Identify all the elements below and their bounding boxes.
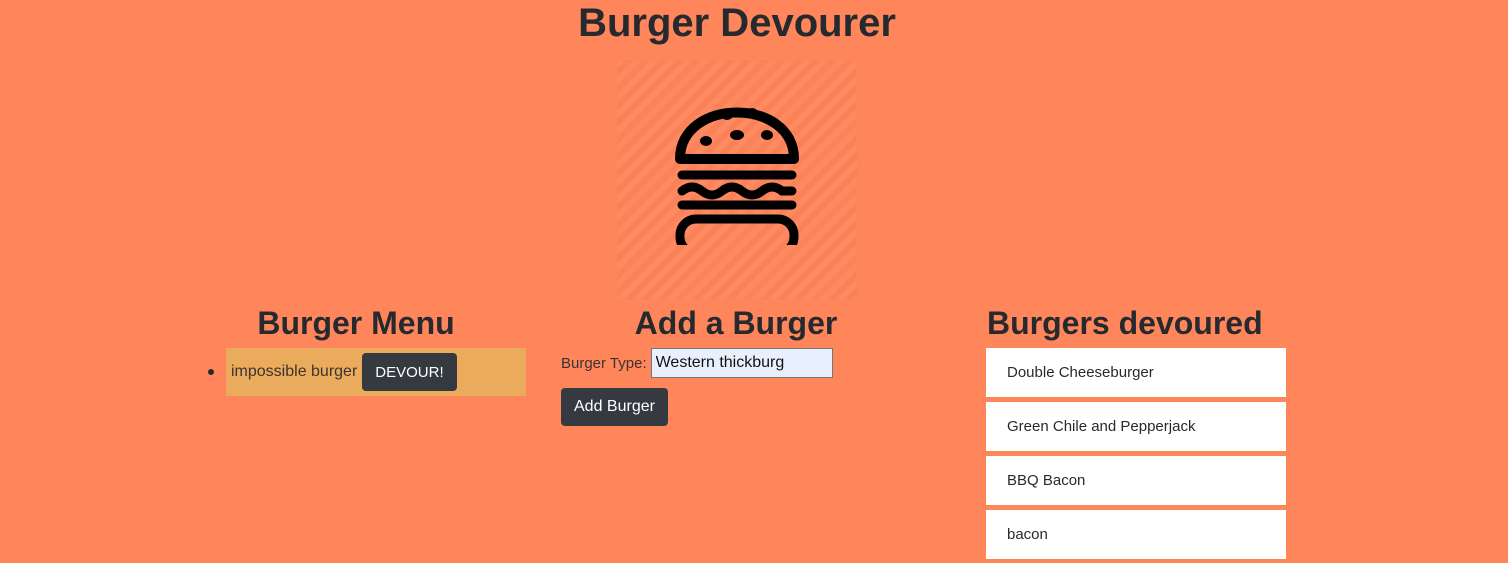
logo: [617, 60, 857, 300]
list-item: impossible burger DEVOUR!: [208, 348, 526, 396]
devoured-title: Burgers devoured: [987, 305, 1263, 341]
burger-icon: [675, 107, 799, 245]
burger-menu-list: impossible burger DEVOUR!: [206, 348, 526, 396]
devour-button[interactable]: DEVOUR!: [362, 353, 457, 391]
burger-name: impossible burger: [231, 363, 358, 380]
devoured-list: Double Cheeseburger Green Chile and Pepp…: [986, 348, 1286, 563]
burger-type-label: Burger Type:: [561, 354, 647, 372]
list-item: Double Cheeseburger: [986, 348, 1286, 397]
list-item: Green Chile and Pepperjack: [986, 402, 1286, 451]
bullet-icon: [208, 369, 214, 375]
list-item: bacon: [986, 510, 1286, 559]
page-title: Burger Devourer: [578, 1, 896, 45]
burger-form: Burger Type:: [561, 348, 833, 378]
add-burger-button[interactable]: Add Burger: [561, 388, 668, 426]
add-burger-title: Add a Burger: [634, 305, 838, 341]
burger-type-input[interactable]: [650, 348, 833, 378]
burger-menu-title: Burger Menu: [257, 305, 455, 341]
list-item: BBQ Bacon: [986, 456, 1286, 505]
